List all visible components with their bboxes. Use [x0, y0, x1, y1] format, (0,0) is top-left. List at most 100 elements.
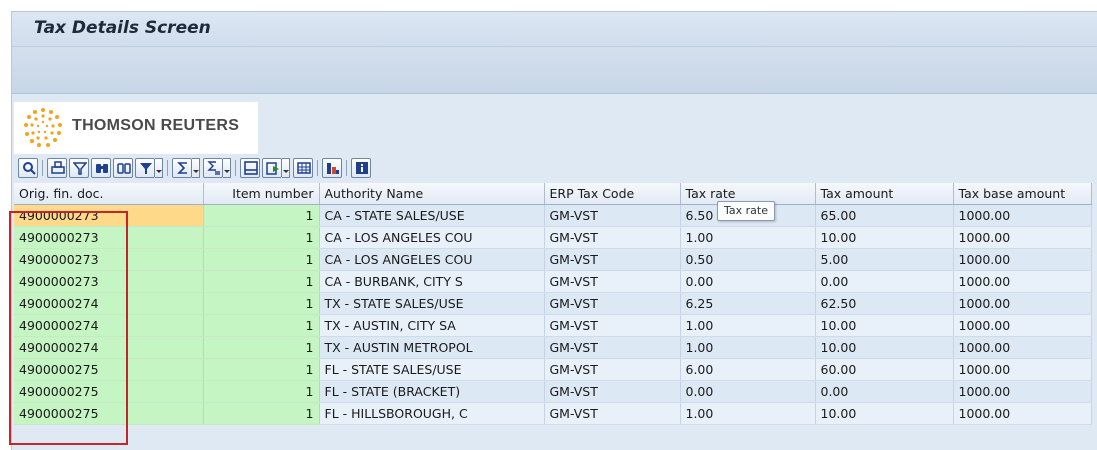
details-button[interactable] [18, 158, 38, 178]
cell-tax-rate[interactable]: 6.25 [680, 292, 816, 315]
cell-erp-tax-code[interactable]: GM-VST [544, 380, 681, 403]
column-header-orig-fin-doc[interactable]: Orig. fin. doc. [14, 183, 204, 205]
cell-authority-name[interactable]: FL - STATE (BRACKET) [319, 380, 545, 403]
print-icon [51, 161, 65, 174]
column-header-item-number[interactable]: Item number [203, 183, 320, 205]
cell-authority-name[interactable]: CA - LOS ANGELES COU [319, 226, 545, 249]
cell-tax-rate[interactable]: 0.00 [680, 270, 816, 293]
cell-authority-name[interactable]: FL - HILLSBOROUGH, C [319, 402, 545, 425]
cell-tax-rate[interactable]: 1.00 [680, 336, 816, 359]
table-row[interactable]: 4900000275 1 FL - HILLSBOROUGH, C GM-VST 1.0… [14, 402, 1092, 425]
export-icon [266, 162, 279, 175]
find-button[interactable] [91, 158, 111, 178]
cell-tax-base-amount[interactable]: 1000.00 [953, 204, 1092, 227]
cell-tax-base-amount[interactable]: 1000.00 [953, 292, 1092, 315]
column-header-tax-base-amount[interactable]: Tax base amount [953, 183, 1092, 205]
cell-tax-rate[interactable]: 1.00 [680, 402, 816, 425]
cell-tax-amount[interactable]: 10.00 [815, 314, 954, 337]
cell-authority-name[interactable]: TX - AUSTIN, CITY SA [319, 314, 545, 337]
cell-tax-base-amount[interactable]: 1000.00 [953, 336, 1092, 359]
cell-item-number[interactable]: 1 [203, 402, 320, 425]
table-row[interactable]: 4900000275 1 FL - STATE SALES/USE GM-VST 6.0… [14, 358, 1092, 381]
layout-button[interactable] [293, 158, 313, 178]
table-row[interactable]: 4900000274 1 TX - STATE SALES/USE GM-VST 6.2… [14, 292, 1092, 315]
cell-erp-tax-code[interactable]: GM-VST [544, 402, 681, 425]
filter-button[interactable] [69, 158, 89, 178]
table-row[interactable]: 4900000273 1 CA - LOS ANGELES COU GM-VST 0.5… [14, 248, 1092, 271]
cell-item-number[interactable]: 1 [203, 380, 320, 403]
cell-authority-name[interactable]: FL - STATE SALES/USE [319, 358, 545, 381]
cell-erp-tax-code[interactable]: GM-VST [544, 292, 681, 315]
find-next-button[interactable] [113, 158, 133, 178]
tax-details-table: Orig. fin. doc. Item number Authority Na… [14, 183, 1092, 425]
thomson-reuters-logo: THOMSON REUTERS [14, 102, 258, 154]
column-header-tax-amount[interactable]: Tax amount [815, 183, 954, 205]
cell-tax-amount[interactable]: 0.00 [815, 380, 954, 403]
table-row[interactable]: 4900000274 1 TX - AUSTIN METROPOL GM-VST 1.0… [14, 336, 1092, 359]
cell-authority-name[interactable]: CA - LOS ANGELES COU [319, 248, 545, 271]
cell-tax-amount[interactable]: 62.50 [815, 292, 954, 315]
cell-tax-amount[interactable]: 0.00 [815, 270, 954, 293]
set-filter-dropdown[interactable] [155, 158, 163, 178]
abc-analysis-button[interactable] [322, 158, 342, 178]
cell-tax-rate[interactable]: 0.50 [680, 248, 816, 271]
cell-erp-tax-code[interactable]: GM-VST [544, 336, 681, 359]
cell-tax-amount[interactable]: 10.00 [815, 336, 954, 359]
sum-button[interactable] [172, 158, 192, 178]
cell-tax-amount[interactable]: 5.00 [815, 248, 954, 271]
cell-item-number[interactable]: 1 [203, 358, 320, 381]
cell-item-number[interactable]: 1 [203, 336, 320, 359]
cell-tax-base-amount[interactable]: 1000.00 [953, 380, 1092, 403]
cell-tax-rate[interactable]: 1.00 [680, 314, 816, 337]
cell-erp-tax-code[interactable]: GM-VST [544, 204, 681, 227]
print-preview-icon [244, 161, 258, 175]
cell-tax-amount[interactable]: 10.00 [815, 226, 954, 249]
table-row[interactable]: 4900000274 1 TX - AUSTIN, CITY SA GM-VST 1.0… [14, 314, 1092, 337]
print-preview-button[interactable] [240, 158, 260, 178]
table-row[interactable]: 4900000273 1 CA - LOS ANGELES COU GM-VST 1.0… [14, 226, 1092, 249]
cell-erp-tax-code[interactable]: GM-VST [544, 248, 681, 271]
column-header-erp-tax-code[interactable]: ERP Tax Code [544, 183, 681, 205]
toolbar-separator [346, 160, 347, 176]
cell-erp-tax-code[interactable]: GM-VST [544, 226, 681, 249]
information-button[interactable] [351, 158, 371, 178]
cell-tax-amount[interactable]: 60.00 [815, 358, 954, 381]
subtotal-dropdown[interactable] [223, 158, 231, 178]
cell-authority-name[interactable]: CA - BURBANK, CITY S [319, 270, 545, 293]
cell-tax-rate[interactable]: 1.00 [680, 226, 816, 249]
column-header-authority-name[interactable]: Authority Name [319, 183, 545, 205]
table-row[interactable]: 4900000273 1 CA - STATE SALES/USE GM-VST 6.5… [14, 204, 1092, 227]
table-row[interactable]: 4900000273 1 CA - BURBANK, CITY S GM-VST 0.0… [14, 270, 1092, 293]
cell-authority-name[interactable]: CA - STATE SALES/USE [319, 204, 545, 227]
table-row[interactable]: 4900000275 1 FL - STATE (BRACKET) GM-VST 0.0… [14, 380, 1092, 403]
cell-tax-base-amount[interactable]: 1000.00 [953, 226, 1092, 249]
cell-item-number[interactable]: 1 [203, 314, 320, 337]
cell-authority-name[interactable]: TX - AUSTIN METROPOL [319, 336, 545, 359]
cell-item-number[interactable]: 1 [203, 226, 320, 249]
export-dropdown[interactable] [282, 158, 290, 178]
application-toolbar [12, 46, 1097, 94]
cell-erp-tax-code[interactable]: GM-VST [544, 314, 681, 337]
cell-item-number[interactable]: 1 [203, 248, 320, 271]
subtotal-button[interactable] [203, 158, 223, 178]
print-button[interactable] [47, 158, 67, 178]
sum-dropdown[interactable] [192, 158, 200, 178]
cell-tax-base-amount[interactable]: 1000.00 [953, 270, 1092, 293]
cell-item-number[interactable]: 1 [203, 204, 320, 227]
cell-tax-base-amount[interactable]: 1000.00 [953, 314, 1092, 337]
cell-tax-base-amount[interactable]: 1000.00 [953, 248, 1092, 271]
cell-item-number[interactable]: 1 [203, 292, 320, 315]
cell-erp-tax-code[interactable]: GM-VST [544, 358, 681, 381]
cell-tax-base-amount[interactable]: 1000.00 [953, 402, 1092, 425]
cell-tax-rate[interactable]: 6.00 [680, 358, 816, 381]
set-filter-button[interactable] [135, 158, 155, 178]
cell-authority-name[interactable]: TX - STATE SALES/USE [319, 292, 545, 315]
cell-tax-base-amount[interactable]: 1000.00 [953, 358, 1092, 381]
cell-erp-tax-code[interactable]: GM-VST [544, 270, 681, 293]
cell-tax-amount[interactable]: 10.00 [815, 402, 954, 425]
export-button[interactable] [262, 158, 282, 178]
cell-item-number[interactable]: 1 [203, 270, 320, 293]
cell-tax-amount[interactable]: 65.00 [815, 204, 954, 227]
screen-title: Tax Details Screen [34, 18, 211, 38]
cell-tax-rate[interactable]: 0.00 [680, 380, 816, 403]
